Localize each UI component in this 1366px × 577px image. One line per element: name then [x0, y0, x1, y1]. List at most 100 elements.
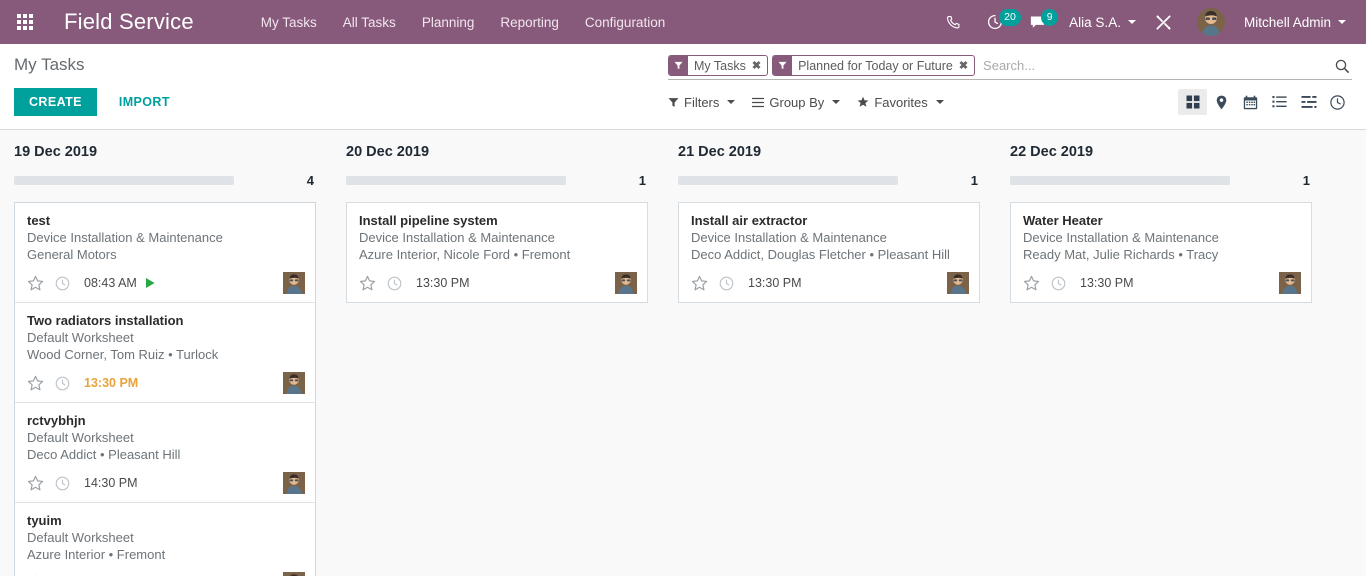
kanban-card[interactable]: Two radiators installation Default Worksh… [15, 303, 315, 403]
card-footer: 13:30 PM [359, 272, 637, 294]
kanban-column-title[interactable]: 19 Dec 2019 [14, 144, 316, 160]
star-icon[interactable] [691, 275, 708, 292]
import-button[interactable]: IMPORT [105, 88, 184, 116]
progress-bar[interactable] [1010, 176, 1231, 185]
close-icon[interactable]: ✖ [957, 56, 974, 75]
assignee-avatar[interactable] [283, 272, 305, 294]
clock-icon[interactable] [55, 376, 70, 391]
clock-icon[interactable] [1051, 276, 1066, 291]
filter-icon [669, 56, 688, 75]
card-title: Two radiators installation [27, 313, 184, 328]
avatar-photo-icon [1196, 8, 1225, 36]
create-button[interactable]: CREATE [14, 87, 97, 116]
menu-item-my-tasks[interactable]: My Tasks [248, 9, 330, 36]
play-timer-icon[interactable] [144, 277, 156, 289]
facet-label: Planned for Today or Future [798, 58, 953, 73]
card-title: Water Heater [1023, 213, 1103, 228]
menu-item-planning[interactable]: Planning [409, 9, 488, 36]
user-avatar[interactable] [1196, 8, 1225, 36]
card-worksheet-template: Device Installation & Maintenance [27, 230, 223, 246]
progress-bar[interactable] [14, 176, 235, 185]
filter-icon [773, 56, 793, 75]
kanban-column-title[interactable]: 20 Dec 2019 [346, 144, 648, 160]
kanban-column-title[interactable]: 21 Dec 2019 [678, 144, 980, 160]
clock-icon[interactable] [719, 276, 734, 291]
search-facet-my-tasks[interactable]: My Tasks ✖ [668, 55, 769, 76]
star-icon[interactable] [27, 575, 44, 576]
card-worksheet-template: Default Worksheet [27, 530, 134, 546]
clock-icon[interactable] [55, 576, 70, 577]
clock-icon[interactable] [55, 476, 70, 491]
star-icon[interactable] [359, 275, 376, 292]
view-button-calendar[interactable] [1236, 89, 1265, 115]
groupby-dropdown[interactable]: Group By [752, 92, 849, 113]
kanban-card[interactable]: tyuim Default Worksheet Azure Interior • F… [15, 503, 315, 576]
kanban-card[interactable]: rctvybhjn Default Worksheet Deco Addict • … [15, 403, 315, 503]
kanban-card[interactable]: test Device Installation & Maintenance Gen… [15, 203, 315, 303]
card-partner-address: Azure Interior • Fremont [27, 546, 166, 562]
card-footer: 14:30 PM [27, 472, 305, 494]
favorites-dropdown[interactable]: Favorites [857, 92, 952, 113]
filters-dropdown[interactable]: Filters [668, 92, 744, 113]
card-partner-address: General Motors [27, 246, 117, 262]
close-icon[interactable]: ✖ [750, 56, 767, 75]
clock-icon[interactable] [387, 276, 402, 291]
user-menu[interactable]: Mitchell Admin [1225, 15, 1352, 30]
menu-item-configuration[interactable]: Configuration [572, 9, 678, 36]
star-icon[interactable] [27, 475, 44, 492]
kanban-column-count: 1 [1302, 173, 1310, 188]
phone-button[interactable] [933, 0, 974, 44]
kanban-card[interactable]: Water Heater Device Installation & Mainte… [1011, 203, 1311, 302]
user-name: Mitchell Admin [1243, 14, 1331, 30]
card-partner-address: Ready Mat, Julie Richards • Tracy [1023, 246, 1219, 262]
kanban-column-progressbar-row: 4 [14, 173, 316, 188]
kanban-column-inner: 22 Dec 2019 1 Water Heater Device Installat… [996, 130, 1328, 303]
progress-bar[interactable] [678, 176, 899, 185]
search-input[interactable] [979, 56, 1326, 75]
assignee-avatar[interactable] [1279, 272, 1301, 294]
assignee-avatar[interactable] [283, 372, 305, 394]
assignee-avatar[interactable] [283, 472, 305, 494]
view-button-gantt[interactable] [1294, 89, 1323, 115]
star-icon[interactable] [27, 375, 44, 392]
clock-icon[interactable] [55, 276, 70, 291]
messages-count-badge: 9 [1041, 9, 1059, 26]
kanban-column-inner: 20 Dec 2019 1 Install pipeline system Devic… [332, 130, 664, 303]
card-title: tyuim [27, 513, 62, 528]
card-scheduled-time: 14:30 PM [84, 476, 138, 490]
view-button-list[interactable] [1265, 89, 1294, 115]
search-icon[interactable] [1326, 58, 1352, 74]
menu-item-reporting[interactable]: Reporting [487, 9, 572, 36]
kanban-column-inner: 21 Dec 2019 1 Install air extractor Device … [664, 130, 996, 303]
kanban-column-title[interactable]: 22 Dec 2019 [1010, 144, 1312, 160]
activities-button[interactable]: 20 [974, 0, 1021, 44]
kanban-card[interactable]: Install air extractor Device Installation… [679, 203, 979, 302]
map-pin-icon [1216, 95, 1227, 109]
debug-tools-button[interactable] [1142, 0, 1185, 44]
assignee-avatar[interactable] [283, 572, 305, 576]
assignee-avatar[interactable] [947, 272, 969, 294]
kanban-column-progressbar-row: 1 [678, 173, 980, 188]
kanban-column-progressbar-row: 1 [346, 173, 648, 188]
messages-button[interactable]: 9 [1016, 0, 1059, 44]
company-name: Alia S.A. [1069, 14, 1121, 30]
list-icon [1272, 96, 1287, 108]
progress-bar[interactable] [346, 176, 567, 185]
main-menu: My Tasks All Tasks Planning Reporting Co… [248, 9, 678, 36]
action-buttons: CREATE IMPORT [14, 87, 660, 116]
menu-item-all-tasks[interactable]: All Tasks [330, 9, 409, 36]
view-button-kanban[interactable] [1178, 89, 1207, 115]
chevron-down-icon [832, 100, 841, 104]
view-button-map[interactable] [1207, 89, 1236, 115]
assignee-avatar[interactable] [615, 272, 637, 294]
kanban-column: 20 Dec 2019 1 Install pipeline system Devic… [332, 130, 664, 576]
star-icon[interactable] [27, 275, 44, 292]
company-switcher[interactable]: Alia S.A. [1059, 15, 1142, 30]
apps-menu-button[interactable] [8, 5, 42, 39]
bars-icon [752, 97, 765, 107]
kanban-card[interactable]: Install pipeline system Device Installati… [347, 203, 647, 302]
view-button-activity[interactable] [1323, 89, 1352, 115]
search-facet-planned[interactable]: Planned for Today or Future ✖ [772, 55, 976, 76]
card-partner-address: Deco Addict, Douglas Fletcher • Pleasant… [691, 246, 950, 262]
star-icon[interactable] [1023, 275, 1040, 292]
